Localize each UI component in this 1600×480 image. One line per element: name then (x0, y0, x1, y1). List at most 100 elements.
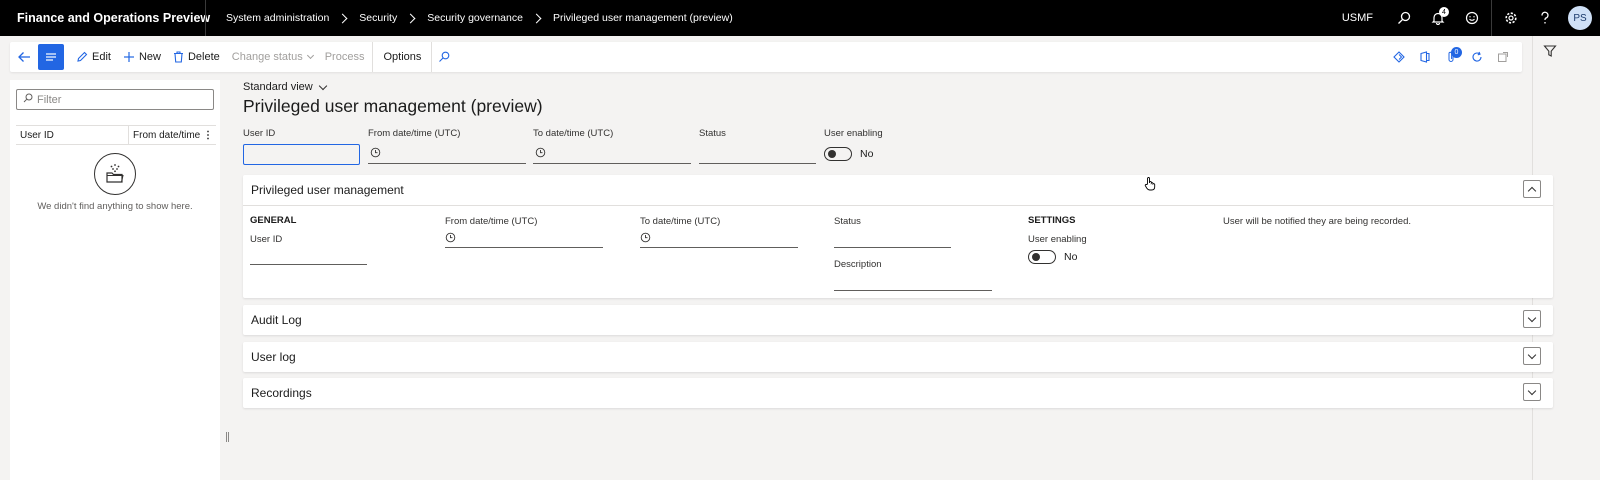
pencil-icon (76, 51, 88, 63)
filter-funnel-icon[interactable] (1543, 44, 1557, 61)
filter-input[interactable] (37, 93, 207, 106)
user-enabling-toggle[interactable] (1028, 250, 1056, 264)
fasttab-title: User log (251, 350, 296, 364)
to-date-input[interactable] (640, 230, 798, 248)
chevron-right-icon (405, 13, 416, 23)
user-id-label: User ID (250, 234, 283, 245)
feedback-smiley-icon[interactable] (1455, 0, 1489, 36)
view-selector-label: Standard view (243, 81, 313, 93)
list-header: User ID From date/time (U ⋮ (16, 125, 216, 145)
to-date-label: To date/time (UTC) (533, 128, 614, 139)
status-input[interactable] (699, 144, 816, 164)
filter-input-box[interactable] (16, 89, 214, 110)
power-apps-icon[interactable] (1386, 42, 1412, 72)
view-selector[interactable]: Standard view (243, 81, 327, 93)
chevron-right-icon (337, 13, 348, 23)
user-id-input[interactable] (250, 247, 367, 265)
open-in-new-window-icon[interactable] (1490, 42, 1516, 72)
chevron-up-icon (1527, 186, 1537, 195)
change-status-button[interactable]: Change status (226, 42, 319, 72)
divider (1491, 0, 1492, 36)
user-id-input[interactable] (243, 144, 360, 165)
fasttab-header[interactable]: Privileged user management (243, 175, 1553, 205)
search-actions-icon[interactable] (432, 42, 456, 72)
chevron-down-icon (306, 51, 314, 60)
page-title: Privileged user management (preview) (243, 96, 543, 116)
user-enabling-value: No (1064, 251, 1078, 263)
edit-button[interactable]: Edit (70, 42, 117, 72)
to-date-label: To date/time (UTC) (640, 216, 721, 227)
collapse-button[interactable] (1523, 180, 1541, 198)
back-arrow-icon[interactable] (10, 42, 38, 72)
refresh-icon[interactable] (1464, 42, 1490, 72)
header-to-date-field: To date/time (UTC) (533, 128, 691, 164)
general-group-title: GENERAL (250, 215, 297, 226)
expand-button[interactable] (1523, 310, 1541, 328)
more-options-icon[interactable]: ⋮ (203, 130, 213, 141)
fasttab-privileged-user-management: Privileged user management GENERAL User … (243, 175, 1553, 298)
user-enabling-toggle-group: No (1028, 247, 1077, 267)
description-input[interactable] (834, 273, 992, 291)
user-enabling-label: User enabling (824, 128, 883, 139)
breadcrumb-item-system-administration[interactable]: System administration (226, 12, 329, 24)
chevron-down-icon (1527, 313, 1537, 322)
header-from-date-field: From date/time (UTC) (368, 128, 526, 164)
user-avatar[interactable]: PS (1568, 6, 1592, 30)
office-icon[interactable] (1412, 42, 1438, 72)
header-user-enabling-field: User enabling No (824, 128, 883, 164)
breadcrumb: System administration Security Security … (206, 12, 733, 24)
plus-icon (123, 51, 135, 63)
company-picker[interactable]: USMF (1342, 12, 1373, 24)
fasttab-audit-log: Audit Log (243, 305, 1553, 335)
clock-icon (535, 147, 546, 161)
from-date-label: From date/time (UTC) (445, 216, 538, 227)
attachments-icon[interactable]: 0 (1438, 42, 1464, 72)
breadcrumb-item-security[interactable]: Security (359, 12, 397, 24)
from-date-input[interactable] (368, 144, 526, 164)
breadcrumb-item-security-governance[interactable]: Security governance (427, 12, 523, 24)
expand-button[interactable] (1523, 347, 1541, 365)
search-icon[interactable] (1387, 0, 1421, 36)
expand-button[interactable] (1523, 383, 1541, 401)
delete-button[interactable]: Delete (167, 42, 226, 72)
column-header-from-date[interactable]: From date/time (U (129, 130, 203, 141)
clock-icon (640, 232, 651, 246)
list-view-toggle-icon[interactable] (38, 44, 64, 70)
process-button[interactable]: Process (319, 42, 371, 72)
fasttab-header[interactable]: Recordings (243, 378, 1553, 408)
header-user-id-field: User ID (243, 128, 360, 165)
chevron-down-icon (1527, 350, 1537, 359)
status-label: Status (834, 216, 861, 227)
chevron-down-icon (318, 81, 327, 90)
search-icon (23, 93, 33, 106)
user-id-label: User ID (243, 128, 276, 139)
column-header-user-id[interactable]: User ID (16, 126, 129, 144)
to-date-input[interactable] (533, 144, 691, 164)
fasttab-user-log: User log (243, 342, 1553, 372)
status-label: Status (699, 128, 726, 139)
status-input[interactable] (834, 230, 951, 248)
new-button[interactable]: New (117, 42, 167, 72)
from-date-input[interactable] (445, 230, 603, 248)
header-status-field: Status (699, 128, 816, 164)
chevron-right-icon (531, 13, 542, 23)
settings-gear-icon[interactable] (1494, 0, 1528, 36)
pane-splitter-handle[interactable] (226, 432, 229, 442)
notifications-bell-icon[interactable]: 4 (1421, 0, 1455, 36)
description-label: Description (834, 259, 882, 270)
options-tab[interactable]: Options (372, 42, 433, 72)
action-pane-tools: 0 (1386, 42, 1516, 72)
empty-list-message: We didn't find anything to show here. (37, 201, 193, 212)
fasttab-body: GENERAL User ID From date/time (UTC) To … (243, 205, 1553, 298)
edit-label: Edit (92, 51, 111, 63)
list-pane: User ID From date/time (U ⋮ We didn't fi… (10, 80, 220, 480)
user-enabling-value: No (860, 148, 874, 160)
help-icon[interactable] (1528, 0, 1562, 36)
fasttab-header[interactable]: User log (243, 342, 1553, 372)
user-enabling-toggle[interactable] (824, 147, 852, 161)
chevron-down-icon (1527, 386, 1537, 395)
trash-icon (173, 51, 184, 63)
new-label: New (138, 51, 161, 63)
app-title[interactable]: Finance and Operations Preview (0, 11, 210, 25)
fasttab-header[interactable]: Audit Log (243, 305, 1553, 335)
